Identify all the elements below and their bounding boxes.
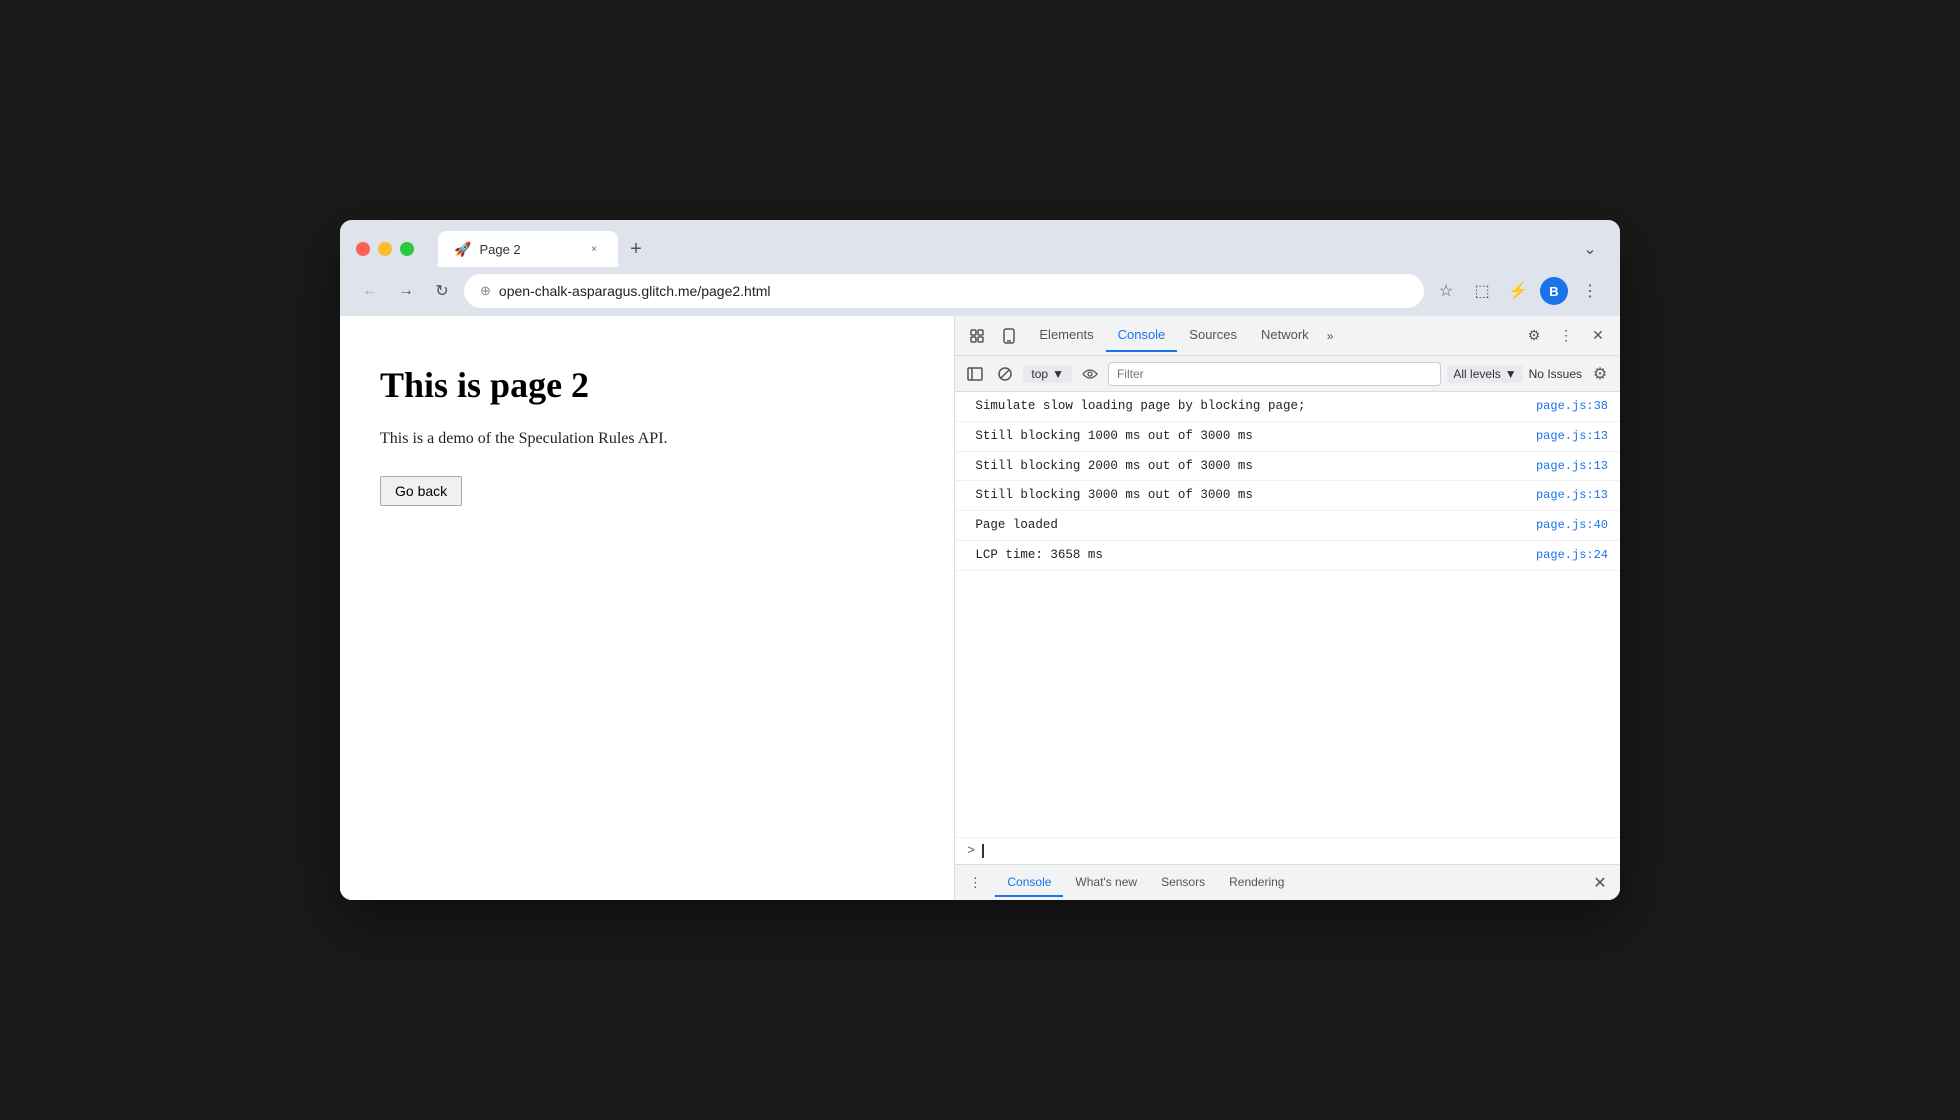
tab-favicon: 🚀: [454, 241, 471, 258]
console-filter-input[interactable]: [1108, 362, 1441, 386]
console-level-label: All levels: [1453, 367, 1500, 381]
console-cursor: [981, 844, 984, 858]
console-message: Still blocking 1000 ms out of 3000 ms: [975, 427, 1253, 446]
title-bar: 🚀 Page 2 × + ⌄: [340, 220, 1620, 268]
console-level-selector[interactable]: All levels ▼: [1447, 365, 1522, 383]
tab-sources[interactable]: Sources: [1177, 319, 1249, 352]
console-clear-button[interactable]: [993, 362, 1017, 386]
console-row: LCP time: 3658 ms page.js:24: [955, 541, 1620, 571]
back-button[interactable]: ←: [356, 277, 384, 305]
chevron-down-icon: ▼: [1505, 367, 1517, 381]
inspect-element-icon[interactable]: [963, 322, 991, 350]
console-settings-button[interactable]: ⚙: [1588, 362, 1612, 386]
console-context-label: top: [1031, 367, 1048, 381]
tab-dropdown-button[interactable]: ⌄: [1576, 235, 1604, 263]
console-message: LCP time: 3658 ms: [975, 546, 1103, 565]
address-bar[interactable]: ⊕ open-chalk-asparagus.glitch.me/page2.h…: [464, 274, 1424, 308]
bottom-tab-rendering[interactable]: Rendering: [1217, 869, 1296, 897]
tab-bar: 🚀 Page 2 × +: [438, 231, 1564, 267]
chrome-menu-button[interactable]: ⋮: [1576, 277, 1604, 305]
tab-network[interactable]: Network: [1249, 319, 1321, 352]
address-security-icon: ⊕: [480, 283, 491, 299]
devtools-tabs: Elements Console Sources Network »: [1027, 319, 1520, 352]
bottom-tab-whats-new[interactable]: What's new: [1063, 869, 1149, 897]
chevron-down-icon: ▼: [1052, 367, 1064, 381]
extensions-button[interactable]: ⬚: [1468, 277, 1496, 305]
tab-console[interactable]: Console: [1106, 319, 1178, 352]
devtools-icon-group: [963, 322, 1023, 350]
console-source-link[interactable]: page.js:13: [1536, 457, 1608, 475]
performance-button[interactable]: ⚡: [1504, 277, 1532, 305]
console-row: Still blocking 2000 ms out of 3000 ms pag…: [955, 452, 1620, 482]
tab-elements[interactable]: Elements: [1027, 319, 1105, 352]
devtools-settings-button[interactable]: ⚙: [1520, 322, 1548, 350]
devtools-settings-group: ⚙ ⋮ ✕: [1520, 322, 1612, 350]
active-tab[interactable]: 🚀 Page 2 ×: [438, 231, 618, 267]
devtools-close-button[interactable]: ✕: [1584, 322, 1612, 350]
toolbar: ← → ↻ ⊕ open-chalk-asparagus.glitch.me/p…: [340, 268, 1620, 316]
console-output: Simulate slow loading page by blocking p…: [955, 392, 1620, 837]
bottom-more-button[interactable]: ⋮: [963, 871, 987, 895]
main-area: This is page 2 This is a demo of the Spe…: [340, 316, 1620, 900]
console-source-link[interactable]: page.js:13: [1536, 486, 1608, 504]
console-sidebar-button[interactable]: [963, 362, 987, 386]
page-description: This is a demo of the Speculation Rules …: [380, 430, 914, 448]
forward-button[interactable]: →: [392, 277, 420, 305]
toolbar-actions: ☆ ⬚ ⚡ B ⋮: [1432, 277, 1604, 305]
console-message: Simulate slow loading page by blocking p…: [975, 397, 1305, 416]
console-input-row[interactable]: >: [955, 837, 1620, 864]
console-row: Still blocking 3000 ms out of 3000 ms pag…: [955, 481, 1620, 511]
console-message: Page loaded: [975, 516, 1058, 535]
device-toolbar-icon[interactable]: [995, 322, 1023, 350]
console-source-link[interactable]: page.js:24: [1536, 546, 1608, 564]
bookmark-button[interactable]: ☆: [1432, 277, 1460, 305]
console-message: Still blocking 3000 ms out of 3000 ms: [975, 486, 1253, 505]
bottom-tab-console[interactable]: Console: [995, 869, 1063, 897]
console-row: Page loaded page.js:40: [955, 511, 1620, 541]
tab-title: Page 2: [479, 242, 578, 257]
reload-button[interactable]: ↻: [428, 277, 456, 305]
console-toolbar: top ▼ All levels ▼ No Issues ⚙: [955, 356, 1620, 392]
console-context-selector[interactable]: top ▼: [1023, 365, 1072, 383]
devtools-panel: Elements Console Sources Network » ⚙ ⋮ ✕: [954, 316, 1620, 900]
address-url: open-chalk-asparagus.glitch.me/page2.htm…: [499, 283, 1408, 299]
console-message: Still blocking 2000 ms out of 3000 ms: [975, 457, 1253, 476]
devtools-top-bar: Elements Console Sources Network » ⚙ ⋮ ✕: [955, 316, 1620, 356]
console-row: Simulate slow loading page by blocking p…: [955, 392, 1620, 422]
go-back-button[interactable]: Go back: [380, 476, 462, 506]
minimize-window-button[interactable]: [378, 242, 392, 256]
console-issues-label: No Issues: [1529, 367, 1582, 381]
page-content: This is page 2 This is a demo of the Spe…: [340, 316, 954, 900]
devtools-more-options-button[interactable]: ⋮: [1552, 322, 1580, 350]
console-prompt: >: [967, 844, 975, 858]
console-source-link[interactable]: page.js:13: [1536, 427, 1608, 445]
page-heading: This is page 2: [380, 364, 914, 406]
profile-button[interactable]: B: [1540, 277, 1568, 305]
bottom-close-button[interactable]: ✕: [1588, 871, 1612, 895]
devtools-bottom-tabs: Console What's new Sensors Rendering: [995, 869, 1588, 897]
tab-close-button[interactable]: ×: [586, 241, 602, 257]
traffic-lights: [356, 242, 414, 256]
console-row: Still blocking 1000 ms out of 3000 ms pag…: [955, 422, 1620, 452]
browser-window: 🚀 Page 2 × + ⌄ ← → ↻ ⊕ open-chalk-aspara…: [340, 220, 1620, 900]
close-window-button[interactable]: [356, 242, 370, 256]
devtools-bottom-bar: ⋮ Console What's new Sensors Rendering ✕: [955, 864, 1620, 900]
bottom-tab-sensors[interactable]: Sensors: [1149, 869, 1217, 897]
more-tabs-button[interactable]: »: [1321, 325, 1340, 347]
maximize-window-button[interactable]: [400, 242, 414, 256]
console-source-link[interactable]: page.js:38: [1536, 397, 1608, 415]
console-source-link[interactable]: page.js:40: [1536, 516, 1608, 534]
console-eye-button[interactable]: [1078, 362, 1102, 386]
new-tab-button[interactable]: +: [622, 235, 650, 263]
